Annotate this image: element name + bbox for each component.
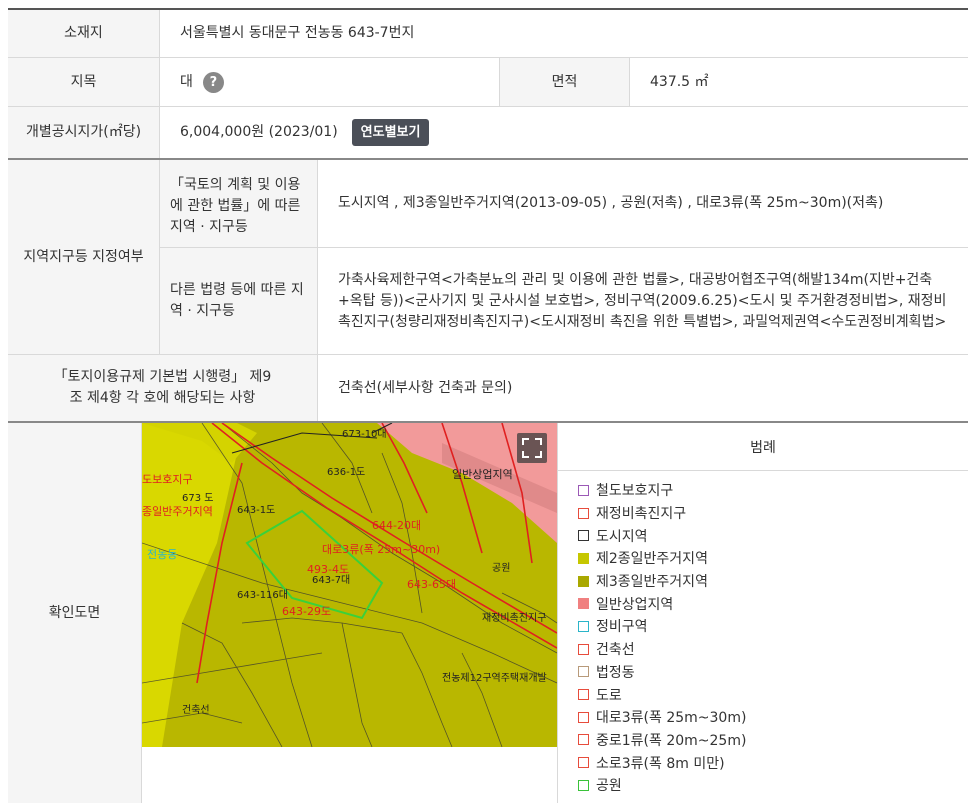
legend-item: 제2종일반주거지역 xyxy=(578,547,968,570)
legend-item: 중로1류(폭 20m~25m) xyxy=(578,729,968,752)
map-label-643-1: 643-1도 xyxy=(237,505,275,516)
legend-item: 대로3류(폭 25m~30m) xyxy=(578,706,968,729)
map-label-building-line: 643-65대 xyxy=(407,578,456,591)
legend-label: 도시지역 xyxy=(596,528,648,545)
map-label-493-4: 공원 xyxy=(492,562,510,574)
map-label-redevelopment: 493-4도 xyxy=(307,563,349,576)
legend-item: 재정비촉진지구 xyxy=(578,502,968,525)
legend-swatch xyxy=(578,689,589,701)
legend-label: 공원 xyxy=(596,778,622,795)
legend-label: 제3종일반주거지역 xyxy=(596,574,708,591)
legend-label: 철도보호지구 xyxy=(596,483,674,500)
land-use-table: 소재지 서울특별시 동대문구 전농동 643-7번지 지목 대 ? 면적 437… xyxy=(8,8,968,803)
legend-swatch xyxy=(578,643,589,655)
help-icon[interactable]: ? xyxy=(202,71,224,93)
other-zoning-label: 다른 법령 등에 따른 지역 · 지구등 xyxy=(160,248,318,354)
other-zoning-value: 가축사육제한구역<가축분뇨의 관리 및 이용에 관한 법률>, 대공방어협조구역… xyxy=(338,271,947,330)
enforcement-label: 「토지이용규제 기본법 시행령」 제9조 제4항 각 호에 해당되는 사항 xyxy=(8,355,318,421)
map-label-park: 대로3류(폭 25m~30m) xyxy=(322,543,440,556)
map-label-673-10: 673-10대 xyxy=(342,428,387,440)
national-zoning-label: 「국토의 계획 및 이용에 관한 법률」에 따른 지역 · 지구등 xyxy=(160,160,318,248)
enforcement-row: 「토지이용규제 기본법 시행령」 제9조 제4항 각 호에 해당되는 사항 건축… xyxy=(8,355,968,423)
national-zoning-value: 도시지역 , 제3종일반주거지역(2013-09-05) , 공원(저촉) , … xyxy=(318,160,968,248)
legend-swatch xyxy=(578,620,589,632)
price-cell: 6,004,000원 (2023/01) 연도별보기 xyxy=(160,107,968,158)
legend-swatch xyxy=(578,530,589,542)
legend-item: 일반상업지역 xyxy=(578,592,968,615)
legend-swatch xyxy=(578,757,589,769)
location-value: 서울특별시 동대문구 전농동 643-7번지 xyxy=(180,25,415,41)
legend-swatch xyxy=(578,598,589,610)
yearly-view-button[interactable]: 연도별보기 xyxy=(351,119,430,146)
land-category-value: 대 xyxy=(180,73,193,90)
legend-item: 도로 xyxy=(578,683,968,706)
enforcement-value: 건축선(세부사항 건축과 문의) xyxy=(338,379,513,396)
map-label-commercial: 일반상업지역 xyxy=(452,467,513,481)
legend-item: 제3종일반주거지역 xyxy=(578,570,968,593)
map-label-arterial-road: 644-20대 xyxy=(372,519,421,532)
legend-swatch xyxy=(578,552,589,564)
category-row: 지목 대 ? 면적 437.5 ㎡ xyxy=(8,58,968,107)
legend-item: 소로3류(폭 8m 미만) xyxy=(578,751,968,774)
legend-label: 일반상업지역 xyxy=(596,596,674,613)
legend-label: 정비구역 xyxy=(596,619,648,636)
legend-item: 건축선 xyxy=(578,638,968,661)
map-label-644-20: 건축선 xyxy=(182,704,210,716)
legend-swatch xyxy=(578,779,589,791)
legend-list: 철도보호지구재정비촉진지구도시지역제2종일반주거지역제3종일반주거지역일반상업지… xyxy=(558,471,968,797)
zoning-label: 지역지구등 지정여부 xyxy=(8,160,160,354)
map-label-643-65: 전농제12구역주택재개발 xyxy=(442,672,547,684)
map-label-636-1: 636-1도 xyxy=(327,467,365,478)
legend-item: 법정동 xyxy=(578,661,968,684)
map-label-643-116: 643-116대 xyxy=(237,589,288,601)
legend-item: 공원 xyxy=(578,774,968,797)
zoning-map[interactable]: 673-10대 636-1도 673 도 643-1도 643-116대 643… xyxy=(142,423,557,747)
legend-label: 도로 xyxy=(596,687,622,704)
location-row: 소재지 서울특별시 동대문구 전농동 643-7번지 xyxy=(8,10,968,58)
legend-swatch xyxy=(578,711,589,723)
area-label: 면적 xyxy=(500,58,630,106)
legend-swatch xyxy=(578,575,589,587)
area-value: 437.5 ㎡ xyxy=(650,73,709,90)
location-label: 소재지 xyxy=(8,10,160,57)
legend-label: 법정동 xyxy=(596,664,635,681)
zoning-row: 지역지구등 지정여부 「국토의 계획 및 이용에 관한 법률」에 따른 지역 ·… xyxy=(8,160,968,355)
legend-title: 범례 xyxy=(558,423,968,471)
legend-item: 철도보호지구 xyxy=(578,479,968,502)
map-label-redev-area: 643-29도 xyxy=(282,605,331,618)
legend-label: 소로3류(폭 8m 미만) xyxy=(596,755,725,772)
legend-swatch xyxy=(578,507,589,519)
map-row: 확인도면 673-10대 636-1도 673 도 643-1도 643-116… xyxy=(8,423,968,803)
legend-label: 재정비촉진지구 xyxy=(596,506,687,523)
expand-icon-glyph xyxy=(522,438,542,458)
price-value: 6,004,000원 (2023/01) xyxy=(180,124,338,140)
legend-label: 대로3류(폭 25m~30m) xyxy=(596,710,747,727)
price-label: 개별공시지가(㎡당) xyxy=(8,107,160,158)
land-category-label: 지목 xyxy=(8,58,160,106)
legend-label: 건축선 xyxy=(596,642,635,659)
legend-swatch xyxy=(578,484,589,496)
legend-item: 정비구역 xyxy=(578,615,968,638)
map-label-residential: 종일반주거지역 xyxy=(142,504,213,518)
price-row: 개별공시지가(㎡당) 6,004,000원 (2023/01) 연도별보기 xyxy=(8,107,968,160)
legend-swatch xyxy=(578,734,589,746)
map-label: 확인도면 xyxy=(8,423,142,803)
map-label-dong: 전농동 xyxy=(147,548,177,561)
expand-icon[interactable] xyxy=(517,433,547,463)
legend-item: 도시지역 xyxy=(578,524,968,547)
legend-swatch xyxy=(578,666,589,678)
land-category-cell: 대 ? xyxy=(160,58,500,106)
map-label-protect: 도보호지구 xyxy=(142,473,193,486)
map-legend: 범례 철도보호지구재정비촉진지구도시지역제2종일반주거지역제3종일반주거지역일반… xyxy=(557,423,968,803)
map-label-673: 673 도 xyxy=(182,493,213,504)
zoning-map-graphic: 673-10대 636-1도 673 도 643-1도 643-116대 643… xyxy=(142,423,557,747)
map-label-643-29: 재정비촉진지구 xyxy=(482,612,546,624)
legend-label: 중로1류(폭 20m~25m) xyxy=(596,732,747,749)
legend-label: 제2종일반주거지역 xyxy=(596,551,708,568)
